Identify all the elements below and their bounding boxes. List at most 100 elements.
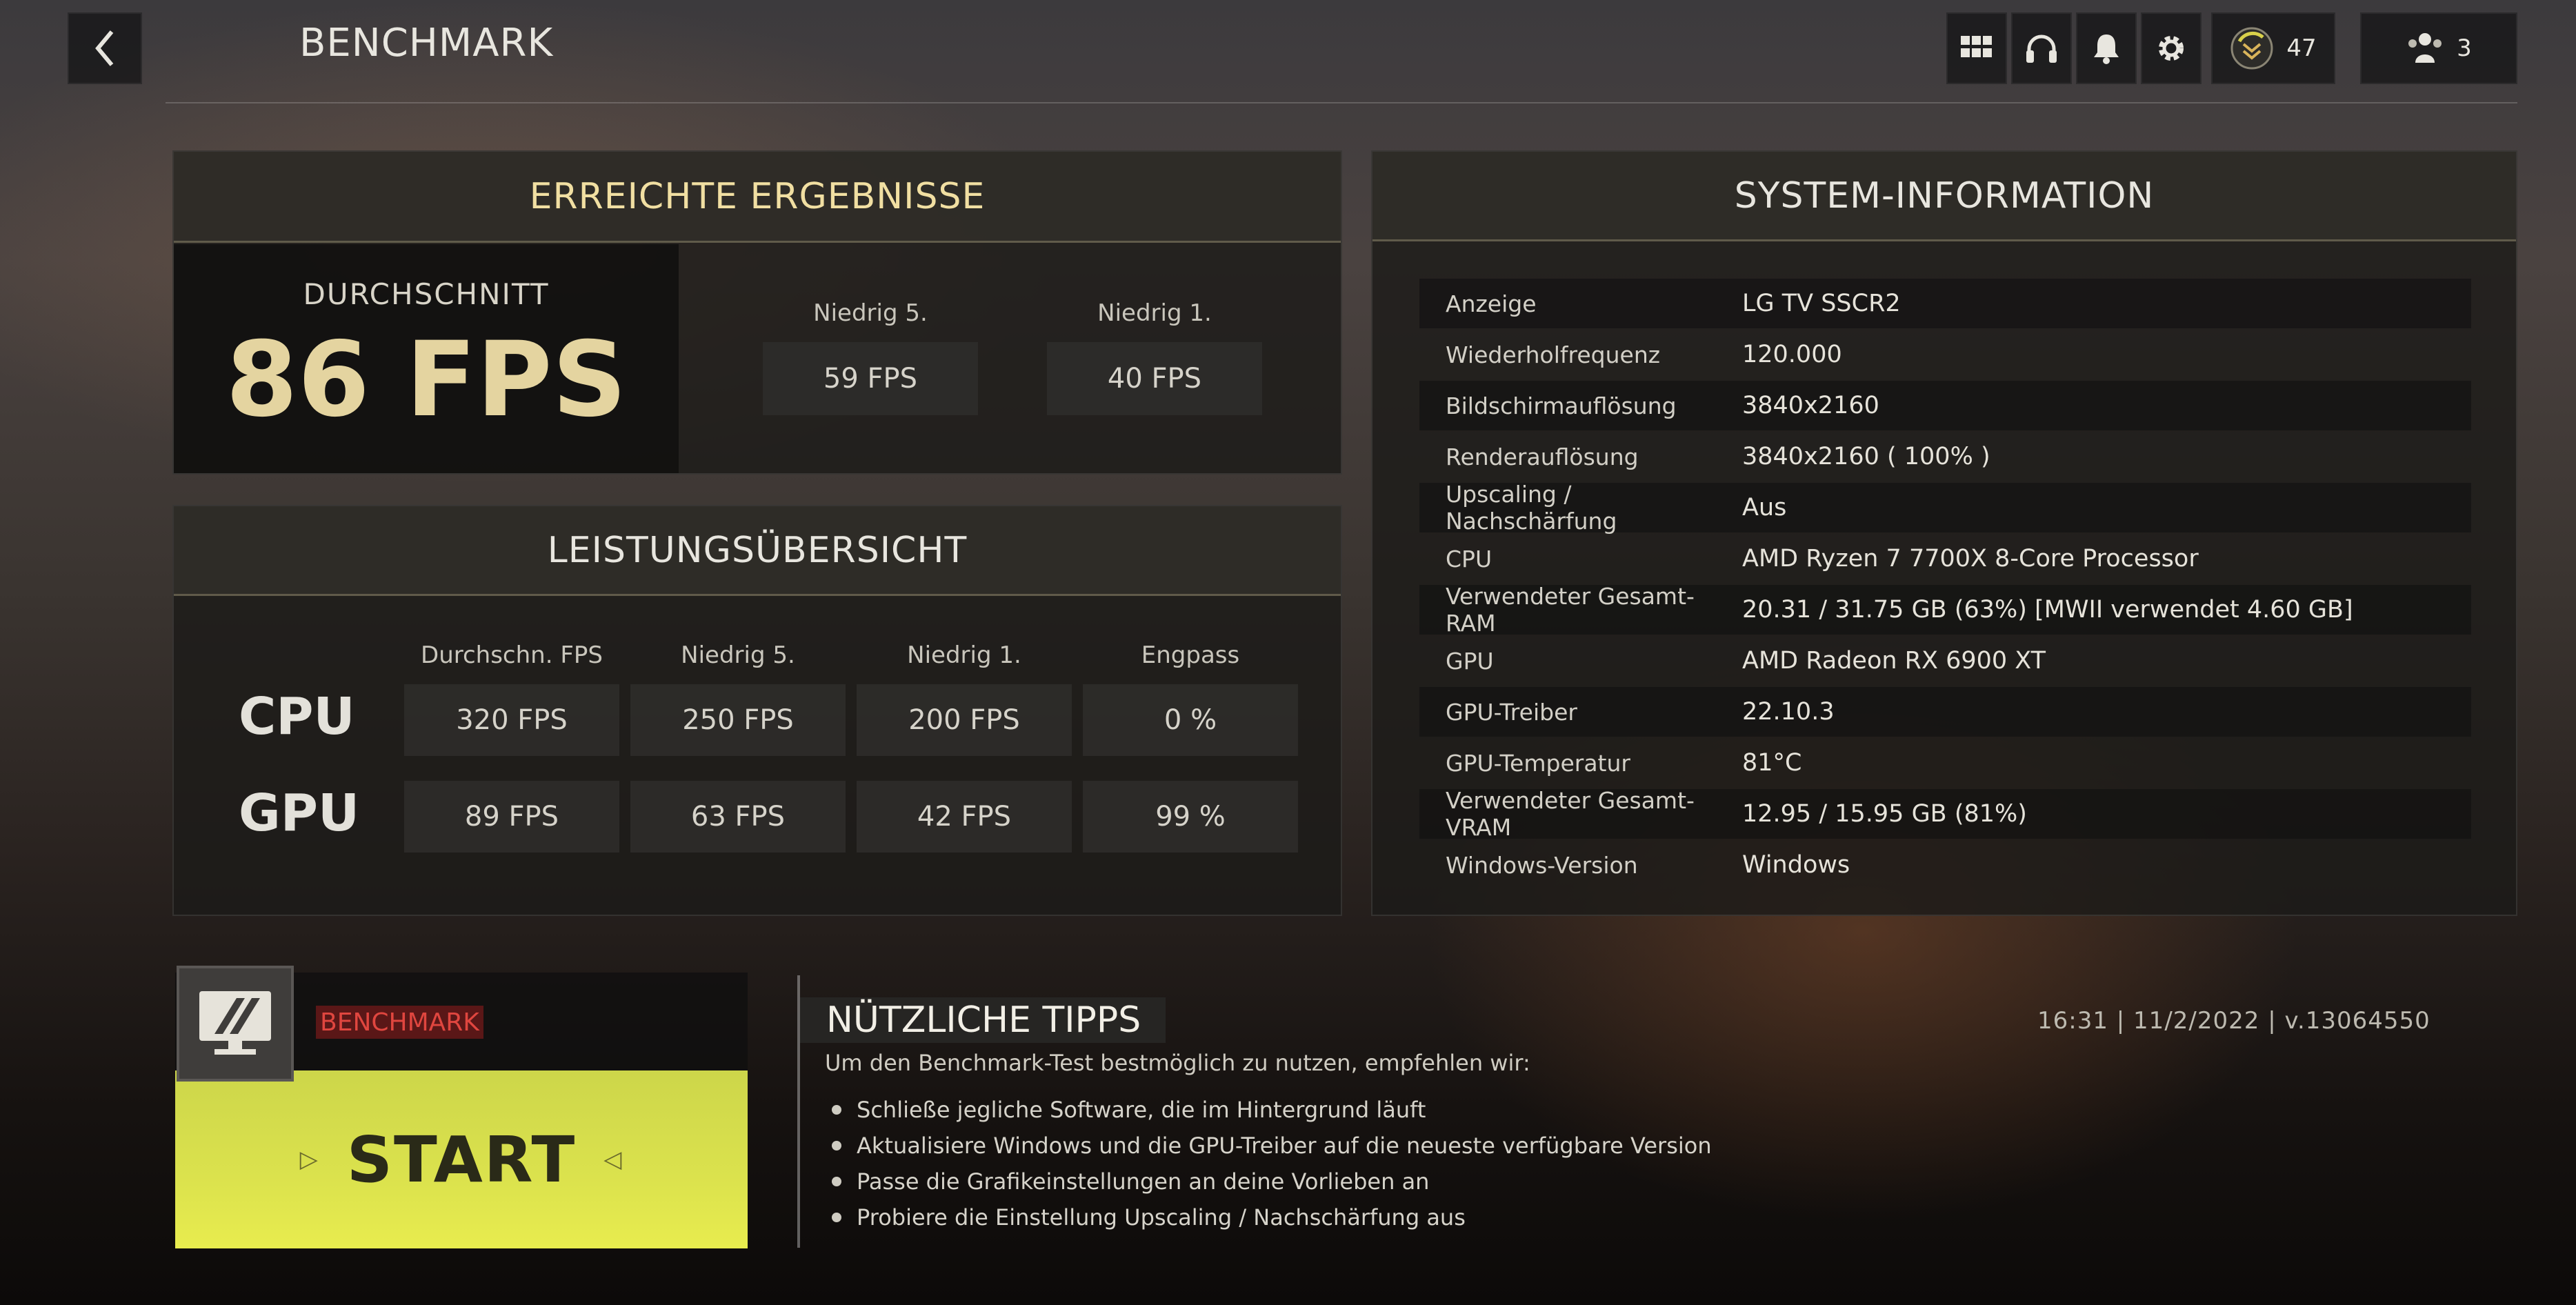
gpu-bottleneck: 99 % [1083,781,1298,853]
performance-panel-header: LEISTUNGSÜBERSICHT [174,506,1341,596]
system-row-cpu: CPU AMD Ryzen 7 7700X 8-Core Processor [1419,534,2471,584]
bullet-icon [832,1177,841,1186]
system-row-label: Windows-Version [1446,851,1638,879]
column-header: Durchschn. FPS [421,641,603,669]
page-title: BENCHMARK [299,21,554,66]
system-row-label: Renderauflösung [1446,443,1639,470]
system-row-label: Anzeige [1446,290,1537,317]
tip-item: Probiere die Einstellung Upscaling / Nac… [832,1204,1466,1231]
system-row-value: 3840x2160 ( 100% ) [1742,443,1990,470]
tip-item: Schließe jegliche Software, die im Hinte… [832,1097,1426,1123]
benchmark-tag: BENCHMARK [316,1006,483,1039]
average-label: DURCHSCHNITT [303,277,550,311]
audio-button[interactable] [2011,12,2072,84]
system-row-vram: Verwendeter Gesamt-VRAM 12.95 / 15.95 GB… [1419,787,2471,841]
average-fps-box: DURCHSCHNITT 86 FPS [174,244,679,473]
system-row-label: Upscaling / Nachschärfung [1446,481,1617,535]
tip-text: Passe die Grafikeinstellungen an deine V… [857,1168,1430,1195]
tips-intro: Um den Benchmark-Test bestmöglich zu nut… [825,1050,1530,1076]
headset-icon [2026,34,2057,63]
back-button[interactable] [68,12,142,84]
tip-item: Aktualisiere Windows und die GPU-Treiber… [832,1133,1712,1159]
performance-title: LEISTUNGSÜBERSICHT [547,529,968,571]
column-header: Engpass [1141,641,1240,669]
system-row-value: AMD Ryzen 7 7700X 8-Core Processor [1742,545,2199,572]
arrow-right-icon: ▷ [299,1146,319,1173]
system-row-value: 3840x2160 [1742,392,1879,419]
column-header: Niedrig 1. [907,641,1021,669]
cpu-row-label: CPU [239,687,355,746]
low1-label: Niedrig 1. [1097,299,1212,327]
low5-label: Niedrig 5. [813,299,928,327]
tip-item: Passe die Grafikeinstellungen an deine V… [832,1168,1429,1195]
system-row-value: 120.000 [1742,341,1842,368]
cpu-avg-fps: 320 FPS [404,684,619,756]
gpu-row-label: GPU [239,784,360,843]
bell-icon [2094,34,2119,64]
bullet-icon [832,1141,841,1150]
player-level: 47 [2286,34,2317,62]
gpu-low1: 42 FPS [857,781,1072,853]
settings-button[interactable] [2141,12,2201,84]
results-panel-header: ERREICHTE ERGEBNISSE [174,152,1341,243]
system-row-windows-version: Windows-Version Windows [1419,840,2471,890]
player-level-button[interactable]: 47 [2211,12,2335,84]
system-row-render-resolution: Renderauflösung 3840x2160 ( 100% ) [1419,432,2471,481]
back-chevron-icon [95,30,114,66]
system-row-value: 20.31 / 31.75 GB (63%) [MWII verwendet 4… [1742,596,2353,624]
system-row-label: Verwendeter Gesamt-RAM [1446,583,1695,637]
results-title: ERREICHTE ERGEBNISSE [529,175,986,217]
system-row-label: Wiederholfrequenz [1446,341,1661,368]
party-count: 3 [2457,34,2472,62]
system-row-value: 22.10.3 [1742,698,1835,726]
system-row-label: CPU [1446,545,1492,572]
system-row-gpu-driver: GPU-Treiber 22.10.3 [1419,687,2471,737]
system-row-gpu-temperature: GPU-Temperatur 81°C [1419,738,2471,788]
average-fps-value: 86 FPS [226,320,627,440]
column-header: Niedrig 5. [681,641,795,669]
system-row-value: 12.95 / 15.95 GB (81%) [1742,800,2027,828]
performance-panel: LEISTUNGSÜBERSICHT Durchschn. FPS Niedri… [172,505,1342,916]
system-info-title: SYSTEM-INFORMATION [1734,175,2155,217]
party-button[interactable]: 3 [2360,12,2517,84]
tip-text: Probiere die Einstellung Upscaling / Nac… [857,1204,1466,1231]
gpu-avg-fps: 89 FPS [404,781,619,853]
system-row-refresh-rate: Wiederholfrequenz 120.000 [1419,330,2471,379]
cpu-low1: 200 FPS [857,684,1072,756]
system-row-value: Aus [1742,494,1787,521]
tip-text: Schließe jegliche Software, die im Hinte… [857,1097,1426,1123]
system-info-header: SYSTEM-INFORMATION [1372,152,2516,241]
system-row-label: GPU-Treiber [1446,698,1577,726]
system-row-ram: Verwendeter Gesamt-RAM 20.31 / 31.75 GB … [1419,583,2471,637]
grid-menu-icon [1961,36,1992,57]
cpu-low5: 250 FPS [630,684,846,756]
bullet-icon [832,1105,841,1115]
gear-icon [2159,36,2184,61]
results-panel: ERREICHTE ERGEBNISSE DURCHSCHNITT 86 FPS… [172,150,1342,475]
party-icon [2408,33,2442,63]
monitor-icon [199,991,271,1055]
system-row-value: 81°C [1742,749,1802,777]
gpu-low5: 63 FPS [630,781,846,853]
tips-title: NÜTZLICHE TIPPS [800,997,1166,1043]
system-row-display: Anzeige LG TV SSCR2 [1419,279,2471,328]
menu-grid-button[interactable] [1946,12,2007,84]
cpu-bottleneck: 0 % [1083,684,1298,756]
bullet-icon [832,1213,841,1222]
low5-value: 59 FPS [763,342,978,415]
start-label: START [346,1122,577,1197]
system-row-value: LG TV SSCR2 [1742,290,1901,317]
system-row-gpu: GPU AMD Radeon RX 6900 XT [1419,636,2471,686]
system-row-value: Windows [1742,851,1850,879]
low1-value: 40 FPS [1047,342,1262,415]
build-info: 16:31 | 11/2/2022 | v.13064550 [2037,1007,2430,1035]
tip-text: Aktualisiere Windows und die GPU-Treiber… [857,1133,1712,1159]
start-button[interactable]: ▷ START ◁ [175,1070,748,1248]
system-row-label: Verwendeter Gesamt-VRAM [1446,787,1695,841]
header-divider [166,102,2517,103]
system-row-screen-resolution: Bildschirmauflösung 3840x2160 [1419,381,2471,430]
system-row-value: AMD Radeon RX 6900 XT [1742,647,2046,675]
system-row-label: GPU-Temperatur [1446,749,1630,777]
notifications-button[interactable] [2076,12,2137,84]
system-row-label: Bildschirmauflösung [1446,392,1677,419]
